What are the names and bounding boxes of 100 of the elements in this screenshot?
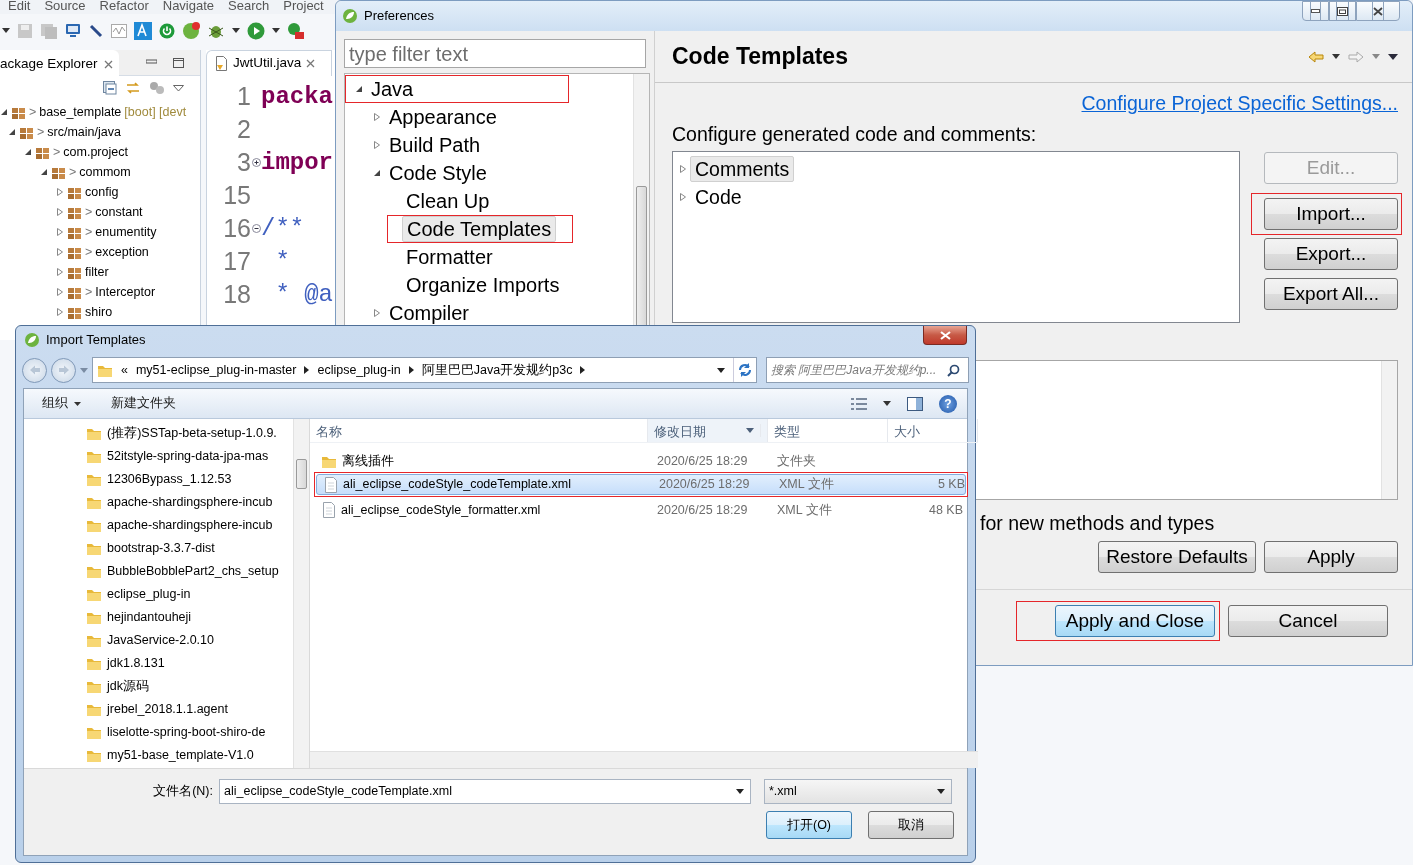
folder-item[interactable]: apache-shardingsphere-incub: [24, 514, 288, 537]
tree-item[interactable]: Comments: [690, 156, 795, 182]
tree-item-label[interactable]: config: [85, 182, 119, 202]
tree-item-label[interactable]: base_template: [39, 102, 122, 122]
menu-item[interactable]: Navigate: [162, 0, 215, 14]
collapsed-arrow-icon[interactable]: [56, 288, 64, 296]
tree-item-label[interactable]: Interceptor: [95, 282, 156, 302]
tree-item[interactable]: Build Path: [384, 132, 486, 158]
folder-item[interactable]: bootstrap-3.3.7-dist: [24, 537, 288, 560]
search-icon[interactable]: [947, 363, 960, 377]
collapsed-arrow-icon[interactable]: [56, 308, 64, 316]
breadcrumb-item[interactable]: my51-eclipse_plug-in-master: [135, 360, 297, 380]
chevron-icon[interactable]: [408, 366, 414, 374]
side-button[interactable]: Export All...: [1264, 278, 1398, 310]
fold-plus-icon[interactable]: [251, 158, 261, 167]
chevron-icon[interactable]: [580, 366, 586, 374]
caret-icon[interactable]: [232, 28, 240, 34]
side-button[interactable]: Import...: [1264, 198, 1398, 230]
folder-item[interactable]: hejindantouheji: [24, 606, 288, 629]
file-row[interactable]: ali_eclipse_codeStyle_formatter.xml 2020/6/25 18:29 XML 文件 48 KB: [314, 499, 972, 521]
expanded-arrow-icon[interactable]: [24, 148, 32, 156]
scrollbar[interactable]: [1381, 361, 1397, 499]
back-arrow-icon[interactable]: [1308, 50, 1324, 63]
maximize-icon[interactable]: [173, 57, 184, 68]
collapsed-arrow-icon[interactable]: [373, 309, 381, 317]
fold-minus-icon[interactable]: [251, 224, 261, 233]
history-caret-icon[interactable]: [80, 367, 88, 373]
close-icon[interactable]: [306, 59, 316, 68]
side-button[interactable]: Export...: [1264, 238, 1398, 270]
search-field[interactable]: 搜索 阿里巴巴Java开发规约p...: [766, 357, 969, 383]
folder-item[interactable]: jrebel_2018.1.1.agent: [24, 698, 288, 721]
expanded-arrow-icon[interactable]: [8, 128, 16, 136]
menu-item[interactable]: Refactor: [99, 0, 149, 14]
collapsed-arrow-icon[interactable]: [56, 228, 64, 236]
caret-icon[interactable]: [717, 367, 725, 373]
caret-icon[interactable]: [272, 28, 280, 34]
tree-item[interactable]: Clean Up: [401, 188, 495, 214]
tree-item-label[interactable]: enumentity: [95, 222, 157, 242]
collapsed-arrow-icon[interactable]: [373, 141, 381, 149]
caret-icon[interactable]: [883, 401, 891, 406]
view-menu-icon[interactable]: [173, 84, 184, 92]
dialog-button[interactable]: Cancel: [1228, 605, 1388, 637]
tree-item-label[interactable]: constant: [95, 202, 143, 222]
file-row[interactable]: 离线插件 2020/6/25 18:29 文件夹: [314, 451, 972, 472]
menu-item[interactable]: Search: [228, 0, 270, 14]
tree-item-label[interactable]: com.project: [63, 142, 128, 162]
tree-item[interactable]: Appearance: [384, 104, 502, 130]
collapsed-arrow-icon[interactable]: [373, 113, 381, 121]
preview-pane-icon[interactable]: [907, 396, 923, 411]
filter-field[interactable]: type filter text: [344, 39, 646, 68]
filename-field[interactable]: ali_eclipse_codeStyle_codeTemplate.xml: [219, 779, 751, 804]
column-header[interactable]: 修改日期: [648, 419, 768, 442]
view-tab[interactable]: ackage Explorer: [0, 49, 119, 76]
menu-item[interactable]: Edit: [8, 0, 31, 14]
folder-item[interactable]: jdk1.8.131: [24, 652, 288, 675]
collapsed-arrow-icon[interactable]: [56, 268, 64, 276]
toolbar-button[interactable]: 组织: [38, 392, 85, 415]
close-button[interactable]: [1356, 1, 1400, 21]
expanded-arrow-icon[interactable]: [373, 169, 381, 177]
settings-link[interactable]: Configure Project Specific Settings...: [1081, 89, 1398, 119]
tree-item[interactable]: Code Templates: [402, 216, 557, 242]
tree-item[interactable]: Organize Imports: [401, 272, 565, 298]
folder-item[interactable]: 52itstyle-spring-data-jpa-mas: [24, 445, 288, 468]
folder-item[interactable]: eclipse_plug-in: [24, 583, 288, 606]
tree-item-label[interactable]: exception: [95, 242, 149, 262]
expanded-arrow-icon[interactable]: [0, 108, 8, 116]
refresh-icon[interactable]: [737, 362, 753, 378]
folder-item[interactable]: apache-shardingsphere-incub: [24, 491, 288, 514]
chart-icon[interactable]: [111, 23, 127, 39]
minimize-button[interactable]: [1302, 1, 1329, 21]
dialog-button[interactable]: Apply and Close: [1055, 605, 1215, 637]
menu-item[interactable]: Project: [283, 0, 324, 14]
tree-item-label[interactable]: commom: [79, 162, 131, 182]
expanded-arrow-icon[interactable]: [355, 85, 363, 93]
collapsed-arrow-icon[interactable]: [679, 165, 687, 173]
action-button[interactable]: Restore Defaults: [1098, 541, 1256, 573]
folder-item[interactable]: JavaService-2.0.10: [24, 629, 288, 652]
caret-icon[interactable]: [2, 28, 10, 34]
column-header[interactable]: 大小: [888, 419, 978, 442]
run-icon[interactable]: [247, 22, 265, 40]
expanded-arrow-icon[interactable]: [40, 168, 48, 176]
tree-item-label[interactable]: src/main/java: [47, 122, 121, 142]
dialog-button[interactable]: 取消: [868, 811, 954, 839]
folder-item[interactable]: my51-base_template-V1.0: [24, 744, 288, 767]
font-icon[interactable]: [134, 22, 152, 40]
collapse-all-icon[interactable]: [103, 81, 117, 95]
file-row[interactable]: ali_eclipse_codeStyle_codeTemplate.xml 2020/6/25 18:29 XML 文件 5 KB: [316, 474, 966, 495]
server-run-icon[interactable]: [287, 22, 305, 40]
view-list-icon[interactable]: [851, 397, 867, 410]
action-button[interactable]: Apply: [1264, 541, 1398, 573]
tree-item-label[interactable]: shiro: [85, 302, 113, 322]
tree-item-label[interactable]: filter: [85, 262, 109, 282]
breadcrumb-item[interactable]: «: [121, 360, 128, 380]
close-button[interactable]: [923, 326, 967, 345]
menu-caret-icon[interactable]: [1388, 53, 1398, 60]
tree-item[interactable]: Code Style: [384, 160, 492, 186]
collapsed-arrow-icon[interactable]: [679, 193, 687, 201]
breadcrumb-item[interactable]: 阿里巴巴Java开发规约p3c: [421, 360, 573, 380]
folder-item[interactable]: (推荐)SSTap-beta-setup-1.0.9.: [24, 422, 288, 445]
scrollbar[interactable]: [310, 751, 978, 768]
